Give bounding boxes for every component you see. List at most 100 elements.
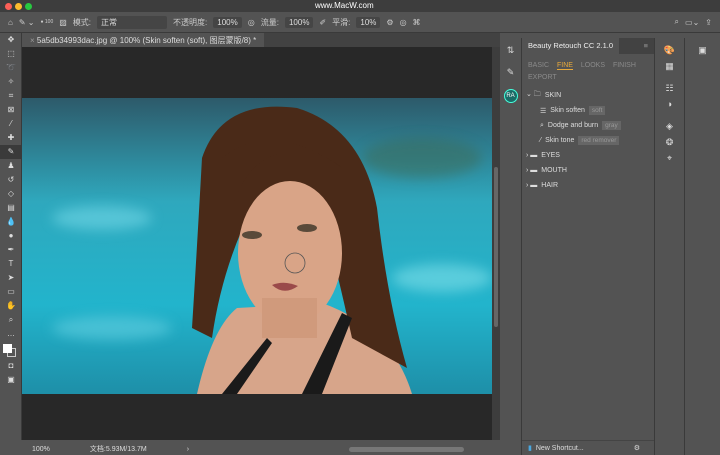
opacity-label: 不透明度: [173,17,208,27]
gradient-tool-icon[interactable]: ▤ [0,201,22,215]
layers-panel-icon[interactable]: ◈ [655,118,684,134]
panel-icon-strip-3: ▣ [685,38,720,455]
swatches-panel-icon[interactable]: ▦ [655,58,684,74]
beauty-retouch-panel: Beauty Retouch CC 2.1.0 ≡ BASIC FINE LOOK… [522,38,655,455]
tab-looks[interactable]: LOOKS [581,62,605,69]
eraser-tool-icon[interactable]: ◇ [0,187,22,201]
zoom-level[interactable]: 100% [32,446,50,453]
brush-preset-picker[interactable]: ● 100 [40,19,53,25]
opacity-input[interactable]: 100% [213,16,242,28]
lasso-tool-icon[interactable]: ➰ [0,61,22,75]
smooth-label: 平滑: [332,17,351,27]
panel-icon-strip-2: 🎨 ▦ ☷ ◑ ◈ ❂ ⌖ [655,38,685,455]
gear-icon[interactable]: ⚙ [634,444,640,452]
eyedropper-icon: ⁄ [540,137,542,144]
stamp-tool-icon[interactable]: ♟ [0,159,22,173]
healing-tool-icon[interactable]: ✚ [0,131,22,145]
folder-hair[interactable]: › ▬ HAIR [526,178,650,193]
path-select-tool-icon[interactable]: ➤ [0,271,22,285]
smooth-input[interactable]: 10% [356,16,381,28]
close-window-button[interactable] [5,3,12,10]
dodge-tool-icon[interactable]: ● [0,229,22,243]
vertical-scrollbar[interactable] [492,47,500,440]
gear-icon[interactable]: ⚙ [386,18,393,27]
magnifier-icon: ⌕ [540,121,544,129]
pressure-opacity-icon[interactable]: ◎ [248,18,255,27]
type-tool-icon[interactable]: T [0,257,22,271]
tag: soft [588,106,606,115]
tab-fine[interactable]: FINE [556,62,573,70]
brush-tool-icon[interactable]: ✎ [0,145,22,159]
tab-finish[interactable]: FINISH [613,62,636,69]
color-swatches[interactable] [0,341,22,359]
shortcut-icon: ▮ [528,445,532,452]
tag: gray [602,121,621,130]
folder-mouth[interactable]: › ▬ MOUTH [526,163,650,178]
search-icon[interactable]: ⌕ [675,17,679,27]
pen-tool-icon[interactable]: ✒ [0,243,22,257]
brush-settings-icon[interactable]: ▨ [59,18,67,27]
properties-panel-icon[interactable]: ☷ [655,80,684,96]
panel-title: Beauty Retouch CC 2.1.0 [522,38,620,54]
color-panel-icon[interactable]: 🎨 [655,42,684,58]
new-shortcut-button[interactable]: New Shortcut... [536,445,584,452]
document-tab-title: 5a5db34993dac.jpg @ 100% (Skin soften (s… [36,36,257,45]
hand-tool-icon[interactable]: ✋ [0,299,22,313]
flow-label: 流量: [260,17,279,27]
adjustments-panel-icon[interactable]: ◑ [655,96,684,112]
workspace-icon[interactable]: ▭⌄ [685,18,699,27]
options-bar: ⌂ ✎ ⌄ ● 100 ▨ 模式: 正常 不透明度: 100% ◎ 流量: 10… [0,12,720,33]
minimize-window-button[interactable] [15,3,22,10]
airbrush-icon[interactable]: ✐ [319,18,326,27]
pressure-size-icon[interactable]: ◎ [400,18,407,27]
mode-select[interactable]: 正常 [97,15,168,29]
tab-export[interactable]: EXPORT [528,74,557,81]
folder-skin[interactable]: ⌄ 🗀 SKIN [526,88,650,103]
brush-settings-panel-icon[interactable]: ✎ [500,64,521,80]
document-tabs: × 5a5db34993dac.jpg @ 100% (Skin soften … [22,33,500,47]
blur-tool-icon[interactable]: 💧 [0,215,22,229]
more-tools-icon[interactable]: … [0,327,22,341]
watermark: www.MacW.com [315,1,374,10]
list-item-skin-soften[interactable]: ☰ Skin soften soft [526,103,650,118]
folder-eyes[interactable]: › ▬ EYES [526,148,650,163]
rectangle-tool-icon[interactable]: ▭ [0,285,22,299]
status-bar: 100% 文档:5.93M/13.7M › [22,443,500,455]
eyedropper-tool-icon[interactable]: ⁄ [0,117,22,131]
panel-menu-icon[interactable]: ≡ [638,38,654,54]
list-item-dodge-burn[interactable]: ⌕ Dodge and burn gray [526,118,650,133]
photo-portrait[interactable] [22,98,492,394]
home-icon[interactable]: ⌂ [8,18,13,27]
panel-icon-strip: ⇅ ✎ RA [500,38,522,455]
history-brush-icon[interactable]: ↺ [0,173,22,187]
mode-label: 模式: [72,17,92,27]
paths-panel-icon[interactable]: ⌖ [655,150,684,166]
document-tab[interactable]: × 5a5db34993dac.jpg @ 100% (Skin soften … [22,33,265,47]
move-tool-icon[interactable]: ✥ [0,33,22,47]
beauty-retouch-panel-icon[interactable]: RA [500,86,521,103]
channels-panel-icon[interactable]: ❂ [655,134,684,150]
tab-basic[interactable]: BASIC [528,62,549,69]
history-panel-icon[interactable]: ⇅ [500,42,521,58]
list-item-skin-tone[interactable]: ⁄ Skin tone red remover [526,133,650,148]
tools-panel: ✥ ⬚ ➰ ✧ ⌗ ⊠ ⁄ ✚ ✎ ♟ ↺ ◇ ▤ 💧 ● ✒ T ➤ ▭ ✋ … [0,33,22,440]
marquee-tool-icon[interactable]: ⬚ [0,47,22,61]
quick-select-tool-icon[interactable]: ✧ [0,75,22,89]
zoom-window-button[interactable] [25,3,32,10]
doc-size[interactable]: 文档:5.93M/13.7M [90,444,147,454]
status-menu-arrow-icon[interactable]: › [187,446,189,453]
share-icon[interactable]: ⇪ [705,18,712,27]
zoom-tool-icon[interactable]: ⌕ [0,313,22,327]
frame-tool-icon[interactable]: ⊠ [0,103,22,117]
screen-mode-icon[interactable]: ▣ [0,373,22,387]
close-tab-icon[interactable]: × [30,36,37,45]
crop-tool-icon[interactable]: ⌗ [0,89,22,103]
libraries-panel-icon[interactable]: ▣ [685,42,720,58]
brush-tool-icon[interactable]: ✎ ⌄ [19,18,35,27]
symmetry-icon[interactable]: ⌘ [413,18,421,27]
layers-icon: ☰ [540,107,547,115]
flow-input[interactable]: 100% [284,16,314,28]
horizontal-scrollbar[interactable] [349,446,465,452]
quick-mask-icon[interactable]: ◘ [0,359,22,373]
new-shortcut-bar: ▮ New Shortcut... ⚙ [522,440,654,455]
